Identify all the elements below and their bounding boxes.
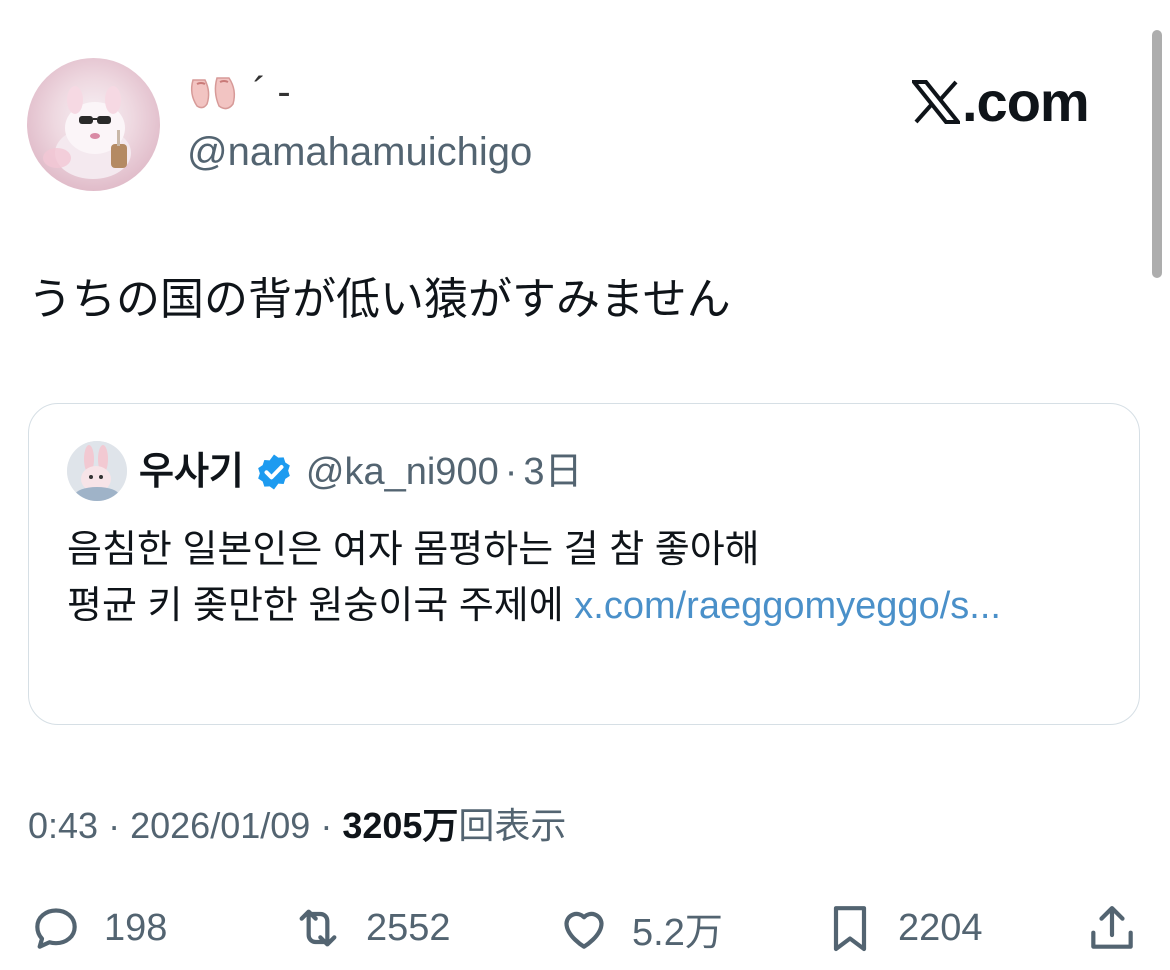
tweet-date[interactable]: 2026/01/09 [130, 805, 310, 846]
share-icon [1091, 906, 1133, 949]
quoted-tweet-card[interactable]: 우사기 @ka_ni900 · 3日 음침한 일본인은 여자 몸평하는 걸 참 … [28, 403, 1140, 725]
tweet-text: うちの国の背が低い猿がすみません [28, 275, 731, 324]
quoted-tweet-link[interactable]: x.com/raeggomyeggo/s... [574, 585, 1001, 627]
tweet-meta: 0:43 · 2026/01/09 · 3205万回表示 [28, 802, 566, 850]
author-display-name[interactable]: ´ - [187, 72, 291, 112]
reply-count: 198 [104, 906, 168, 949]
pink-bear-avatar-image [43, 86, 131, 179]
scrollbar[interactable] [1152, 30, 1162, 278]
quoted-tweet-body: 음침한 일본인은 여자 몸평하는 걸 참 좋아해 평균 키 좆만한 원숭이국 주… [67, 522, 1117, 634]
view-count: 3205万 [342, 805, 459, 846]
logo-text: .com [962, 70, 1090, 133]
separator-dot: · [504, 451, 518, 493]
quoted-tweet-line-1: 음침한 일본인은 여자 몸평하는 걸 참 좋아해 [67, 529, 760, 571]
quoted-author-name[interactable]: 우사기 [139, 448, 244, 496]
x-com-logo: .com [912, 70, 1090, 133]
author-handle[interactable]: @namahamuichigo [187, 128, 532, 176]
reply-icon [35, 908, 77, 949]
quoted-author-avatar[interactable] [67, 441, 127, 501]
like-count: 5.2万 [632, 911, 723, 954]
repost-button[interactable]: 2552 [290, 898, 451, 958]
repost-count: 2552 [366, 906, 451, 949]
quoted-tweet-line-2-text: 평균 키 좆만한 원숭이국 주제에 [67, 585, 575, 627]
bookmark-count: 2204 [898, 906, 983, 949]
author-avatar[interactable] [27, 58, 160, 191]
share-button[interactable] [1084, 898, 1140, 958]
meta-separator-1: · [108, 805, 121, 846]
like-button[interactable]: 5.2万 [556, 898, 723, 958]
quoted-tweet-header: 우사기 @ka_ni900 · 3日 [139, 448, 583, 496]
quoted-tweet-time[interactable]: 3日 [523, 448, 582, 496]
bookmark-icon [833, 906, 867, 952]
x-logo-icon [912, 80, 960, 124]
view-label: 回表示 [458, 805, 567, 846]
quoted-author-handle[interactable]: @ka_ni900 [306, 448, 499, 496]
rabbit-avatar-image [67, 441, 127, 501]
tweet-time[interactable]: 0:43 [28, 805, 98, 846]
verified-badge-icon [258, 454, 290, 490]
reply-button[interactable]: 198 [28, 898, 167, 958]
bookmark-button[interactable]: 2204 [822, 898, 983, 958]
display-name-text: ´ - [253, 70, 291, 114]
quoted-tweet-line-2: 평균 키 좆만한 원숭이국 주제에 x.com/raeggomyeggo/s..… [67, 578, 1117, 634]
ballet-shoes-icon [190, 77, 236, 110]
repost-icon [299, 909, 337, 947]
meta-separator-2: · [320, 805, 333, 846]
heart-icon [564, 911, 604, 949]
